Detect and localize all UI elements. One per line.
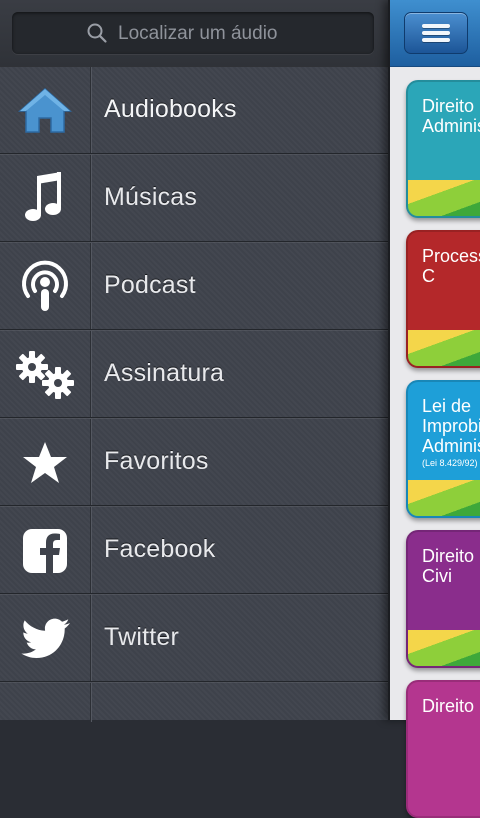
audiobook-card[interactable]: Direito Adminis	[406, 80, 480, 218]
menu-item-assinatura[interactable]: Assinatura	[0, 330, 388, 418]
audiobook-title: Lei de Improbic Adminis	[422, 396, 480, 456]
audiobook-subtitle: (Lei 8.429/92)	[422, 458, 478, 468]
audiobook-card[interactable]: Direito	[406, 680, 480, 818]
menu-item-label: Músicas	[104, 183, 198, 211]
navigation-drawer: Audiobooks Músicas	[0, 0, 388, 722]
podcast-icon	[22, 260, 68, 311]
menu-item-podcast[interactable]: Podcast	[0, 242, 388, 330]
menu-item-empty	[0, 682, 388, 722]
search-box[interactable]	[12, 12, 374, 54]
home-icon	[18, 88, 72, 133]
search-icon	[87, 23, 107, 43]
audiobook-card[interactable]: Processo C	[406, 230, 480, 368]
search-input[interactable]	[116, 18, 360, 50]
menu-item-label: Favoritos	[104, 447, 209, 475]
audiobook-title: Processo C	[422, 246, 480, 286]
twitter-bird-icon	[21, 618, 70, 658]
menu-toggle-button[interactable]	[404, 12, 468, 54]
menu-list: Audiobooks Músicas Podcast Assinatura Fa…	[0, 66, 388, 722]
main-content: Direito Adminis Processo C Lei de Improb…	[388, 0, 480, 818]
audiobook-title: Direito Civi	[422, 546, 475, 586]
menu-item-label: Audiobooks	[104, 95, 237, 123]
menu-item-facebook[interactable]: Facebook	[0, 506, 388, 594]
gears-icon	[16, 351, 74, 399]
menu-item-label: Twitter	[104, 623, 180, 651]
menu-item-musicas[interactable]: Músicas	[0, 154, 388, 242]
top-navigation-bar	[390, 0, 480, 67]
search-bar	[0, 0, 388, 67]
star-icon	[23, 442, 67, 483]
music-note-icon	[25, 172, 61, 221]
audiobook-card[interactable]: Lei de Improbic Adminis (Lei 8.429/92)	[406, 380, 480, 518]
menu-item-label: Facebook	[104, 535, 216, 563]
menu-item-label: Podcast	[104, 271, 196, 299]
menu-item-twitter[interactable]: Twitter	[0, 594, 388, 682]
audiobook-title: Direito	[422, 696, 475, 716]
audiobook-card[interactable]: Direito Civi	[406, 530, 480, 668]
audiobook-title: Direito Adminis	[422, 96, 480, 136]
menu-item-label: Assinatura	[104, 359, 225, 387]
menu-item-audiobooks[interactable]: Audiobooks	[0, 66, 388, 154]
menu-item-favoritos[interactable]: Favoritos	[0, 418, 388, 506]
facebook-icon	[23, 529, 67, 573]
